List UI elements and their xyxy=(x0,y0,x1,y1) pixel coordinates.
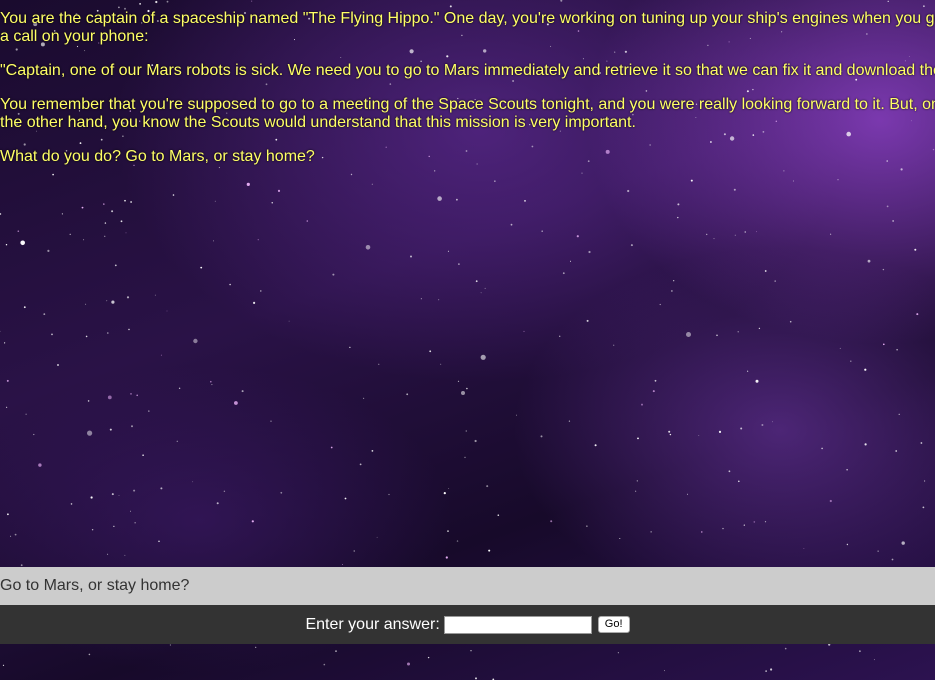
story-text: You are the captain of a spaceship named… xyxy=(0,10,935,182)
story-paragraph-question: What do you do? Go to Mars, or stay home… xyxy=(0,148,315,165)
question-text: Go to Mars, or stay home? xyxy=(0,577,190,594)
go-button[interactable]: Go! xyxy=(597,616,630,633)
story-paragraph-scouts: You remember that you're supposed to go … xyxy=(0,96,935,131)
question-bar: Go to Mars, or stay home? xyxy=(0,567,935,605)
answer-bar: Enter your answer: Go! xyxy=(0,605,935,644)
answer-input[interactable] xyxy=(443,615,592,634)
story-paragraph-intro: You are the captain of a spaceship named… xyxy=(0,10,935,45)
story-paragraph-call: "Captain, one of our Mars robots is sick… xyxy=(0,62,935,79)
answer-label: Enter your answer: xyxy=(305,615,440,633)
